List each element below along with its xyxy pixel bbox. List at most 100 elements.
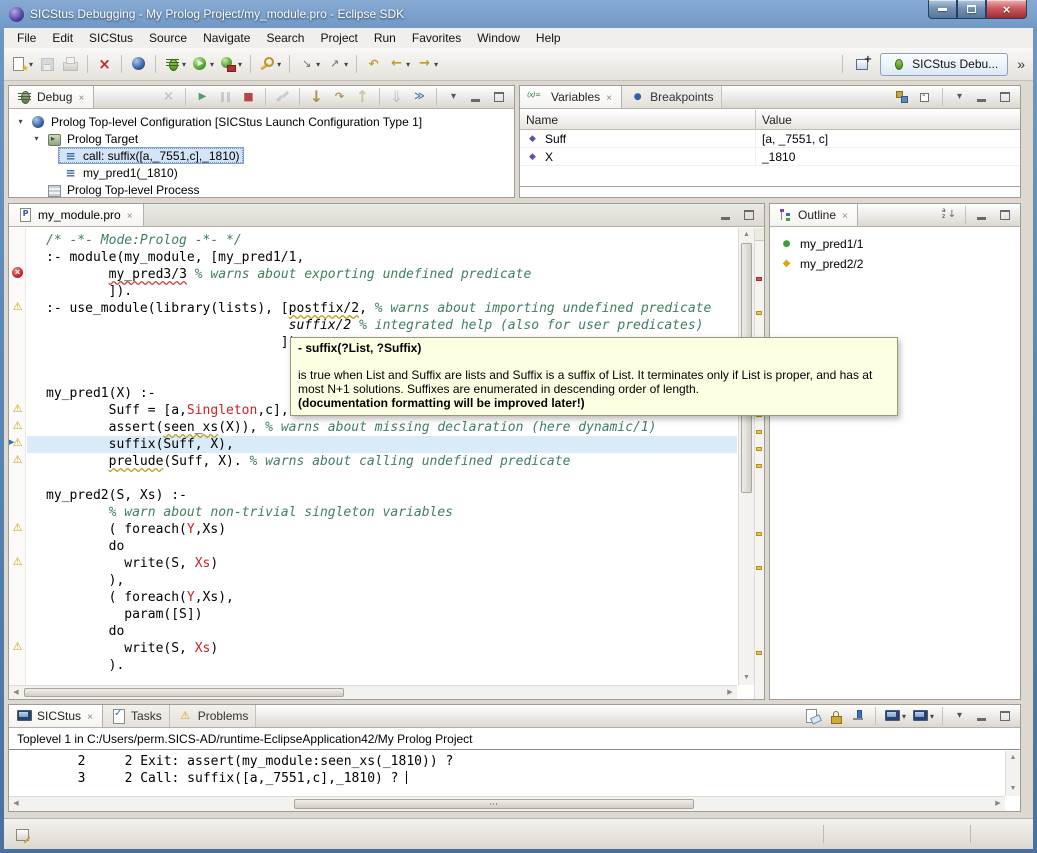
scrollbar-thumb[interactable] <box>294 799 694 809</box>
pin-console-button[interactable] <box>848 706 869 726</box>
code-line[interactable]: ]). <box>27 283 737 300</box>
minimize-button[interactable] <box>972 87 993 107</box>
debug-tree-item[interactable]: call: suffix([a,_7551,c],_1810) <box>9 147 514 164</box>
minimize-button[interactable] <box>972 205 993 225</box>
code-line[interactable]: suffix(Suff, X), <box>27 436 737 453</box>
step-into-button[interactable] <box>306 87 327 107</box>
expand-arrow-icon[interactable]: ▾ <box>15 117 26 126</box>
variable-row[interactable]: X_1810 <box>520 148 1020 166</box>
resume-button[interactable] <box>192 87 213 107</box>
code-line[interactable]: :- use_module(library(lists), [postfix/2… <box>27 300 737 317</box>
scroll-lock-button[interactable] <box>825 706 846 726</box>
minimize-button[interactable] <box>716 205 737 225</box>
menu-help[interactable]: Help <box>528 29 569 47</box>
column-header-name[interactable]: Name <box>520 110 756 130</box>
perspective-overflow-button[interactable]: » <box>1014 56 1028 72</box>
warning-annotation-icon[interactable] <box>11 641 24 654</box>
warning-annotation-icon[interactable] <box>11 522 24 535</box>
expand-arrow-icon[interactable]: ▾ <box>31 134 42 143</box>
warning-annotation-icon[interactable] <box>11 556 24 569</box>
editor-horizontal-scrollbar[interactable] <box>9 685 737 699</box>
scroll-up-arrow-icon[interactable] <box>739 228 754 242</box>
overview-mark[interactable] <box>756 430 762 434</box>
maximize-button[interactable] <box>489 87 510 107</box>
code-line[interactable]: ), <box>27 572 737 589</box>
minimize-button[interactable] <box>972 706 993 726</box>
forward-button[interactable]: ▾ <box>414 54 440 74</box>
tab-problems[interactable]: Problems <box>170 705 257 727</box>
sort-button[interactable] <box>938 205 959 225</box>
column-header-value[interactable]: Value <box>756 110 1020 130</box>
annotation-ruler[interactable] <box>9 228 26 685</box>
close-icon[interactable] <box>604 90 614 104</box>
show-logical-structure-button[interactable] <box>892 87 913 107</box>
external-tools-button[interactable]: ▾ <box>218 54 244 74</box>
code-line[interactable]: write(S, Xs) <box>27 555 737 572</box>
console-line[interactable]: 3 2 Call: suffix([a,_7551,c],_1810) ? <box>9 770 1005 787</box>
console-vertical-scrollbar[interactable] <box>1005 751 1020 796</box>
current-instruction-annotation-icon[interactable] <box>11 437 24 450</box>
overview-ruler-header[interactable] <box>755 228 764 241</box>
maximize-window-button[interactable] <box>957 0 986 19</box>
warning-annotation-icon[interactable] <box>11 403 24 416</box>
next-annotation-button[interactable]: ▾ <box>296 54 322 74</box>
display-console-button[interactable]: ▾ <box>882 706 908 726</box>
halt-prolog-button[interactable] <box>94 54 115 74</box>
error-annotation-icon[interactable] <box>12 267 23 278</box>
terminate-button[interactable] <box>238 87 259 107</box>
code-editor[interactable]: /* -*- Mode:Prolog -*- */:- module(my_mo… <box>27 232 737 685</box>
warning-annotation-icon[interactable] <box>11 420 24 433</box>
code-line[interactable]: assert(seen_xs(X)), % warns about missin… <box>27 419 737 436</box>
minimize-button[interactable] <box>466 87 487 107</box>
close-window-button[interactable] <box>986 0 1027 19</box>
scrollbar-thumb[interactable] <box>24 688 344 697</box>
close-icon[interactable] <box>85 709 95 723</box>
open-console-button[interactable]: ▾ <box>910 706 936 726</box>
scroll-left-arrow-icon[interactable] <box>9 797 23 811</box>
code-line[interactable]: suffix/2 % integrated help (also for use… <box>27 317 737 334</box>
code-line[interactable]: my_pred3/3 % warns about exporting undef… <box>27 266 737 283</box>
last-edit-location-button[interactable] <box>363 54 384 74</box>
back-button[interactable]: ▾ <box>386 54 412 74</box>
scroll-down-arrow-icon[interactable] <box>739 671 754 685</box>
overview-mark[interactable] <box>756 651 762 655</box>
open-perspective-button[interactable] <box>853 54 874 74</box>
console-line[interactable]: 2 2 Exit: assert(my_module:seen_xs(_1810… <box>9 753 1005 770</box>
menu-sicstus[interactable]: SICStus <box>81 29 141 47</box>
code-line[interactable]: ( foreach(Y,Xs), <box>27 589 737 606</box>
scroll-up-arrow-icon[interactable] <box>1006 751 1020 765</box>
view-menu-button[interactable] <box>443 87 464 107</box>
debug-button[interactable]: ▾ <box>162 54 188 74</box>
close-icon[interactable] <box>125 208 135 222</box>
maximize-button[interactable] <box>995 205 1016 225</box>
code-line[interactable]: prelude(Suff, X). % warns about calling … <box>27 453 737 470</box>
previous-annotation-button[interactable]: ▾ <box>324 54 350 74</box>
tab-sicstus[interactable]: SICStus <box>9 705 103 727</box>
overview-mark[interactable] <box>756 566 762 570</box>
console-horizontal-scrollbar[interactable] <box>9 796 1005 811</box>
menu-favorites[interactable]: Favorites <box>404 29 469 47</box>
code-line[interactable]: /* -*- Mode:Prolog -*- */ <box>27 232 737 249</box>
tab-my-module-pro[interactable]: my_module.pro <box>9 204 144 226</box>
debug-tree-item[interactable]: ▾Prolog Target <box>9 130 514 147</box>
search-button[interactable]: ▾ <box>257 54 283 74</box>
run-button[interactable]: ▾ <box>190 54 216 74</box>
code-line[interactable]: my_pred2(S, Xs) :- <box>27 487 737 504</box>
tab-tasks[interactable]: Tasks <box>103 705 170 727</box>
menu-navigate[interactable]: Navigate <box>195 29 258 47</box>
clear-console-button[interactable] <box>802 706 823 726</box>
menu-search[interactable]: Search <box>258 29 312 47</box>
tab-variables[interactable]: Variables <box>520 86 622 108</box>
overview-ruler[interactable] <box>754 228 764 699</box>
tab-outline[interactable]: Outline <box>770 204 858 226</box>
overview-mark[interactable] <box>756 532 762 536</box>
menu-file[interactable]: File <box>9 29 44 47</box>
minimize-window-button[interactable] <box>928 0 957 19</box>
code-line[interactable]: % warn about non-trivial singleton varia… <box>27 504 737 521</box>
menu-window[interactable]: Window <box>469 29 528 47</box>
menu-edit[interactable]: Edit <box>44 29 81 47</box>
code-line[interactable]: write(S, Xs) <box>27 640 737 657</box>
maximize-button[interactable] <box>995 706 1016 726</box>
overview-mark[interactable] <box>756 277 762 281</box>
statusbar-trim-button[interactable] <box>12 824 33 844</box>
